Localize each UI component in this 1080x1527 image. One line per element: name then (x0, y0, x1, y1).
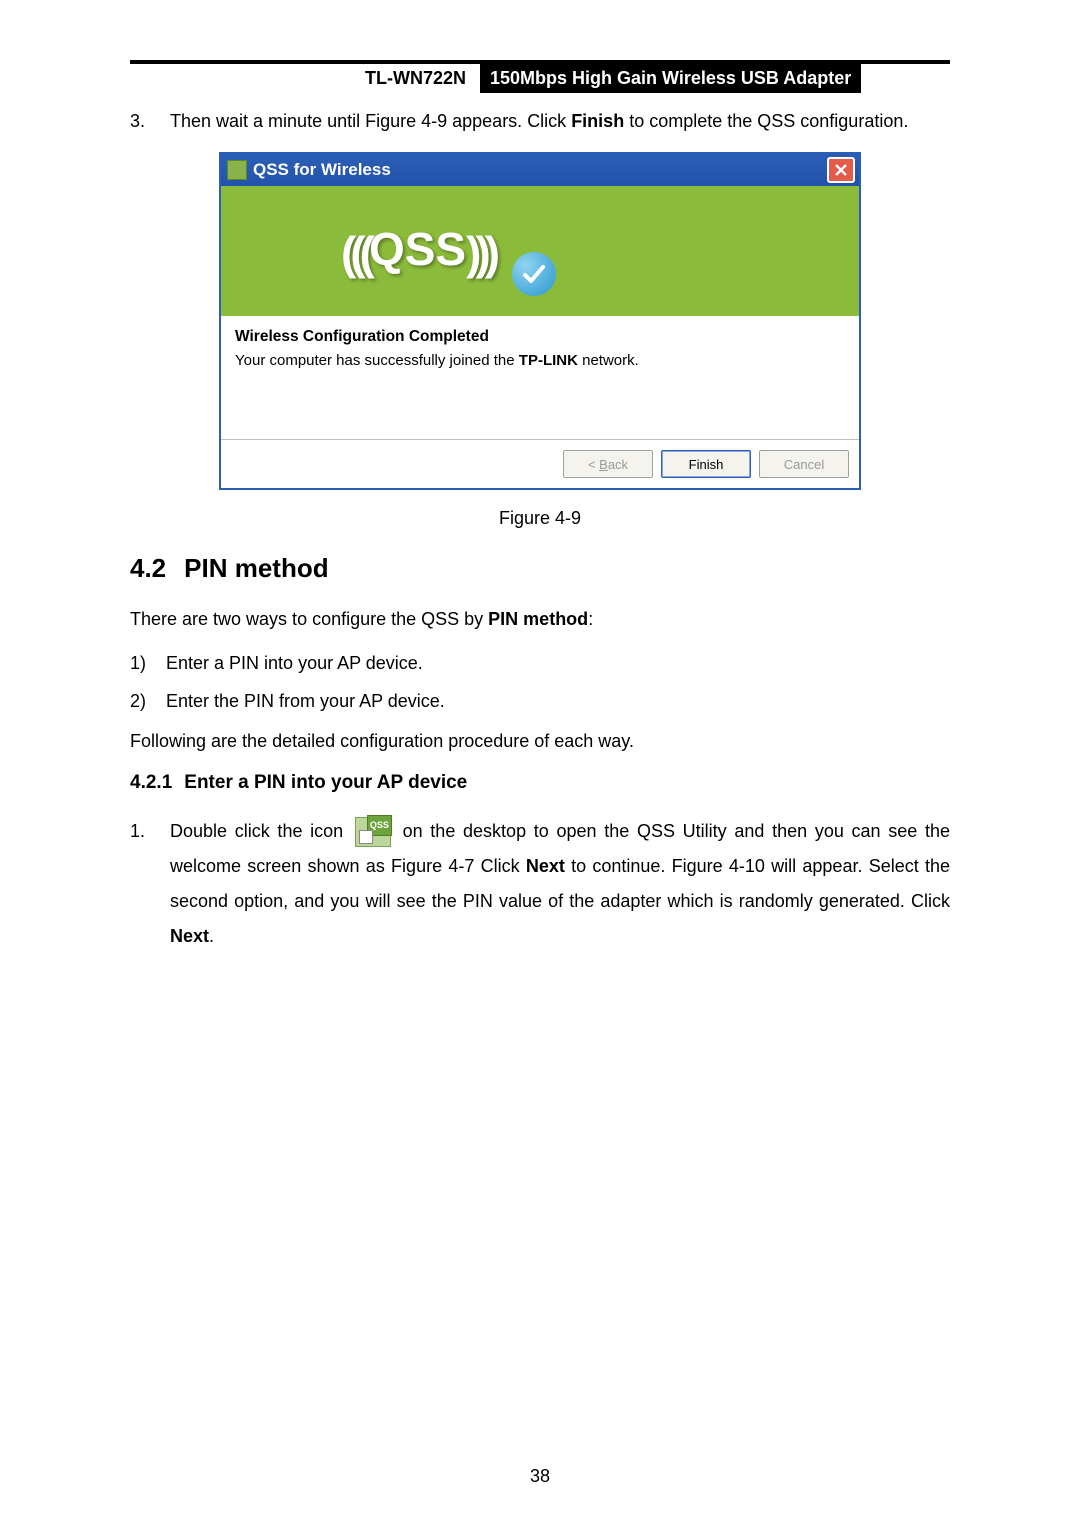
step-num: 1. (130, 814, 170, 954)
pin-ways-list: 1) Enter a PIN into your AP device. 2) E… (130, 650, 950, 716)
dialog-banner: (((QSS))) (221, 186, 859, 316)
step-text: Then wait a minute until Figure 4-9 appe… (170, 111, 950, 132)
list-item: 1) Enter a PIN into your AP device. (130, 650, 950, 678)
step-1: 1. Double click the icon QSS on the desk… (130, 814, 950, 954)
list-item: 2) Enter the PIN from your AP device. (130, 688, 950, 716)
wave-right-icon: ))) (466, 227, 494, 279)
finish-button[interactable]: Finish (661, 450, 751, 478)
section-4-2-1-heading: 4.2.1Enter a PIN into your AP device (130, 772, 950, 794)
dialog-title: QSS for Wireless (253, 160, 827, 180)
step-num: 3. (130, 111, 170, 132)
pin-intro: There are two ways to configure the QSS … (130, 606, 950, 634)
section-4-2-heading: 4.2PIN method (130, 553, 950, 584)
model-desc: 150Mbps High Gain Wireless USB Adapter (480, 64, 861, 93)
qss-dialog: QSS for Wireless (((QSS))) Wireless (219, 152, 861, 490)
dialog-footer: < Back Finish Cancel (221, 439, 859, 488)
back-button[interactable]: < Back (563, 450, 653, 478)
wave-left-icon: ((( (341, 227, 369, 279)
close-button[interactable] (827, 157, 855, 183)
model-code: TL-WN722N (365, 64, 480, 93)
qss-desktop-icon: QSS (355, 817, 391, 847)
cancel-button[interactable]: Cancel (759, 450, 849, 478)
shortcut-arrow-icon (359, 830, 373, 844)
page-number: 38 (530, 1466, 550, 1487)
dialog-body: Wireless Configuration Completed Your co… (221, 316, 859, 439)
following-text: Following are the detailed configuration… (130, 728, 950, 756)
close-icon (834, 163, 848, 177)
figure-caption: Figure 4-9 (499, 508, 581, 529)
step-text: Double click the icon QSS on the desktop… (170, 814, 950, 954)
dialog-heading: Wireless Configuration Completed (235, 328, 845, 346)
dialog-text: Your computer has successfully joined th… (235, 352, 845, 369)
step-3: 3. Then wait a minute until Figure 4-9 a… (130, 111, 950, 132)
doc-header: TL-WN722N 150Mbps High Gain Wireless USB… (130, 60, 950, 93)
dialog-titlebar: QSS for Wireless (221, 154, 859, 186)
checkmark-icon (512, 252, 556, 296)
qss-app-icon (227, 160, 247, 180)
figure-4-9-wrap: QSS for Wireless (((QSS))) Wireless (130, 152, 950, 529)
qss-logo: (((QSS))) (341, 222, 494, 280)
